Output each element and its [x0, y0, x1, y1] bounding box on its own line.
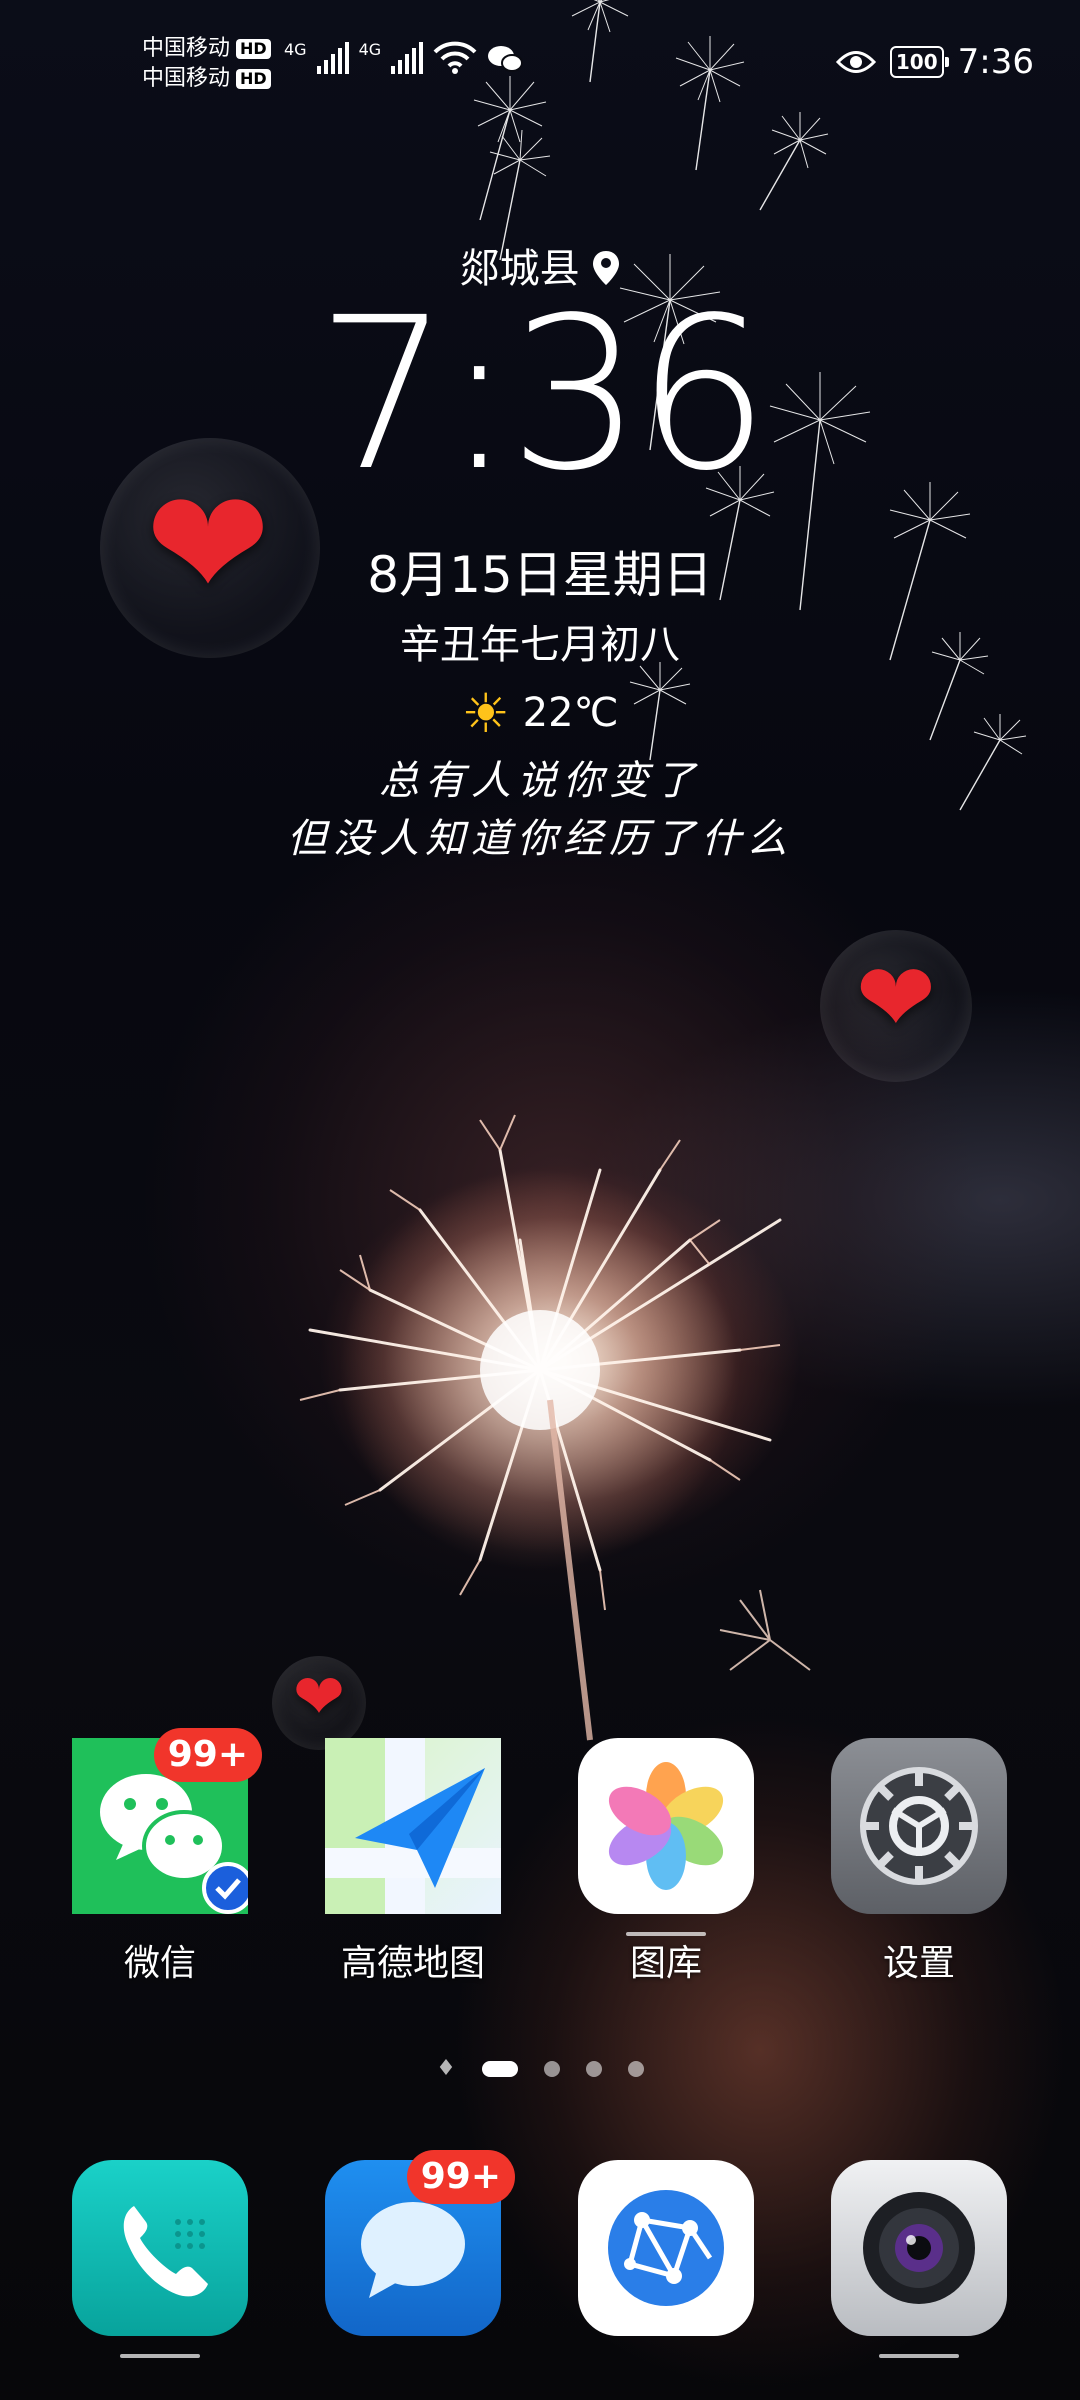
app-label: 设置	[882, 1943, 955, 1984]
lunar-date: 辛丑年七月初八	[400, 622, 680, 668]
eye-comfort-icon	[835, 51, 876, 73]
weather-widget[interactable]: ☀ 22℃	[0, 682, 1080, 745]
phone-icon	[72, 2160, 248, 2358]
app-settings[interactable]: 设置	[799, 1738, 1039, 1986]
browser-icon	[578, 2160, 754, 2336]
sparkler-decoration	[299, 1114, 811, 1741]
unread-badge: 99+	[406, 2150, 515, 2204]
battery-icon: 100	[889, 46, 949, 78]
status-bar-carriers: 中国移动 HD 中国移动 HD	[142, 34, 271, 94]
signature-quote: 总有人说你变了 但没人知道你经历了什么	[0, 752, 1080, 868]
app-label: 微信	[123, 1943, 196, 1984]
network-type-1: 4G	[284, 40, 307, 59]
dock-camera[interactable]	[799, 2160, 1039, 2358]
hd-badge: HD	[236, 69, 271, 89]
running-indicator	[626, 1932, 706, 1936]
page-indicator[interactable]: ♦	[0, 2056, 1080, 2081]
unread-badge: 99+	[153, 1728, 262, 1782]
page-dot[interactable]	[627, 2060, 644, 2077]
app-amap[interactable]: 高德地图	[293, 1738, 533, 1986]
app-wechat[interactable]: 99+ 微信	[40, 1728, 280, 1986]
network-type-2: 4G	[358, 40, 382, 59]
app-label: 图库	[629, 1943, 702, 1984]
home-page-icon[interactable]: ♦	[436, 2056, 456, 2081]
quote-line-2: 但没人知道你经历了什么	[287, 816, 793, 862]
page-dot[interactable]	[585, 2060, 602, 2077]
dock-browser[interactable]	[546, 2160, 786, 2336]
dock-messages[interactable]: 99+	[293, 2150, 533, 2336]
dock-phone[interactable]	[40, 2160, 280, 2358]
running-indicator	[120, 2354, 200, 2358]
carrier-2: 中国移动	[142, 66, 231, 91]
running-indicator	[879, 2354, 959, 2358]
clock-date[interactable]: 8月15日星期日	[0, 535, 1080, 607]
settings-icon	[831, 1738, 1007, 1914]
wifi-icon	[433, 41, 477, 74]
heart-icon: ❤	[293, 1660, 345, 1733]
temperature: 22℃	[522, 690, 619, 736]
status-bar-right: 100 7:36	[835, 42, 1034, 82]
page-dot[interactable]	[543, 2060, 560, 2077]
page-dot[interactable]	[481, 2060, 518, 2077]
hd-badge: HD	[236, 39, 271, 59]
wechat-icon: 99+	[72, 1728, 262, 1914]
signal-icon	[391, 40, 424, 74]
app-label: 高德地图	[340, 1943, 485, 1984]
heart-icon: ❤	[855, 942, 937, 1054]
amap-icon	[325, 1738, 501, 1914]
wechat-notification-icon	[488, 46, 524, 72]
quote-line-1: 总有人说你变了	[379, 758, 701, 804]
clock-time[interactable]: 7:36	[0, 290, 1080, 500]
messages-icon: 99+	[325, 2150, 515, 2336]
sunny-icon: ☀	[461, 682, 510, 745]
gallery-icon	[578, 1738, 754, 1936]
app-gallery[interactable]: 图库	[546, 1738, 786, 1986]
signal-icon	[316, 40, 349, 74]
status-time: 7:36	[957, 42, 1034, 82]
carrier-1: 中国移动	[142, 36, 231, 61]
camera-icon	[831, 2160, 1007, 2358]
signal-indicators: 4G 4G	[284, 40, 524, 74]
